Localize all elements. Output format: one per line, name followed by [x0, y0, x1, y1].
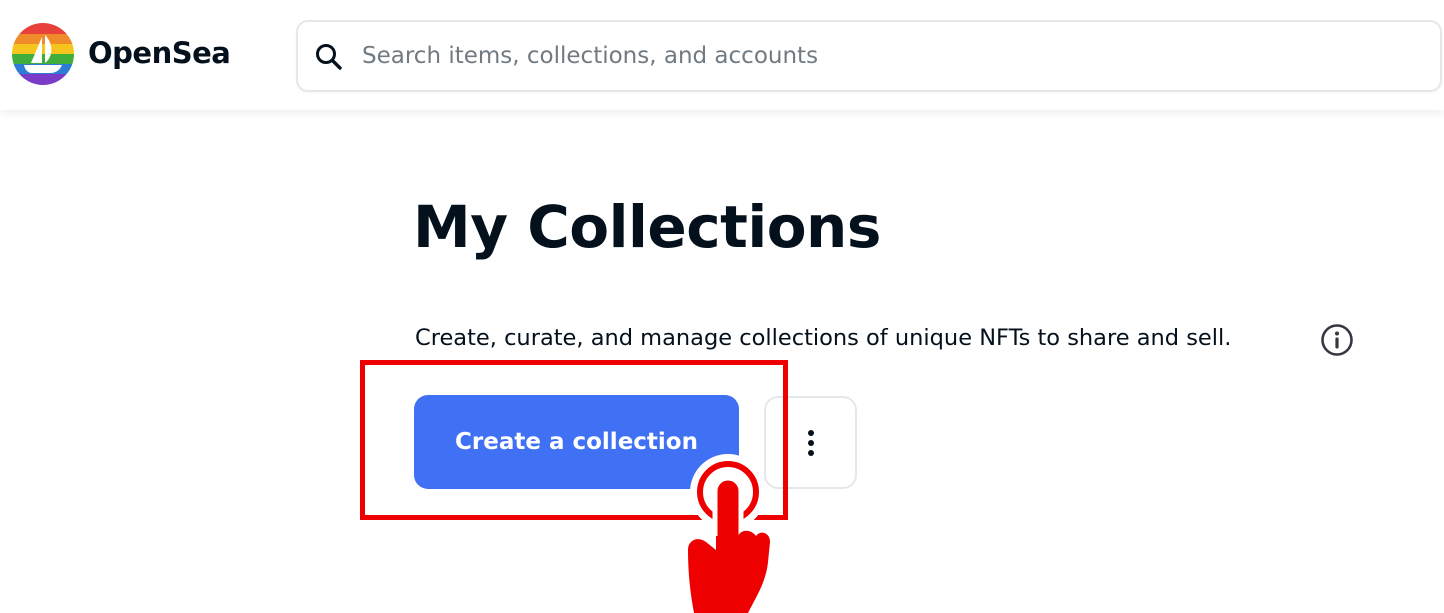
- search-input[interactable]: [362, 36, 1422, 76]
- more-options-button[interactable]: [764, 396, 857, 489]
- page-description: Create, curate, and manage collections o…: [415, 325, 1232, 351]
- page-title: My Collections: [413, 193, 881, 261]
- hand-pointer-icon: [688, 454, 770, 613]
- brand-name[interactable]: OpenSea: [88, 36, 231, 70]
- info-icon[interactable]: [1320, 323, 1354, 357]
- top-navbar: OpenSea: [0, 0, 1444, 110]
- search-icon: [316, 44, 342, 70]
- search-bar[interactable]: [296, 20, 1442, 92]
- opensea-logo[interactable]: [12, 23, 74, 85]
- vertical-ellipsis-icon: [807, 429, 814, 456]
